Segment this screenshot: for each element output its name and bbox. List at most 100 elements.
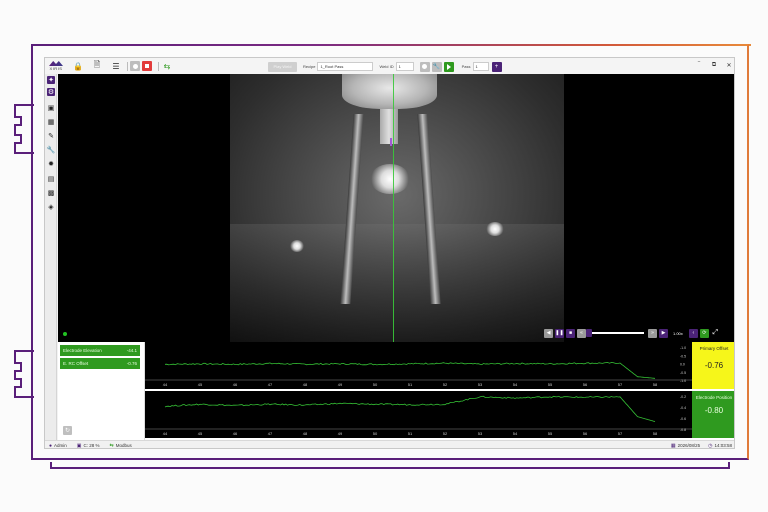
close-button[interactable]: ✕ xyxy=(725,62,733,69)
sidebar-item-image[interactable]: ▤ xyxy=(47,175,55,183)
clock-icon: ◷ xyxy=(708,442,713,449)
playback-slider[interactable] xyxy=(586,329,644,337)
fullscreen-button[interactable]: ⤢ xyxy=(711,329,720,338)
x-tick-label: 48 xyxy=(303,431,308,436)
reset-button[interactable]: ↻ xyxy=(63,426,72,435)
monitor-icon: ▣ xyxy=(47,105,55,112)
restore-button[interactable]: ⧉ xyxy=(710,62,718,69)
parameter-row[interactable]: Electrode Elevation -44.1 xyxy=(60,345,140,356)
document-icon[interactable]: 🗎 xyxy=(92,60,102,71)
disk-icon: ▣ xyxy=(76,442,82,449)
x-tick-label: 52 xyxy=(443,382,448,387)
wrench-icon: 🔧 xyxy=(432,64,441,70)
step-back-button[interactable]: ◀ xyxy=(544,328,553,338)
rewind-icon: « xyxy=(580,330,583,336)
x-tick-label: 44 xyxy=(163,382,168,387)
chevron-left-icon: ‹ xyxy=(692,330,695,336)
sidebar-item-tools[interactable]: 🔧 xyxy=(46,146,56,154)
tools-button[interactable]: 🔧 xyxy=(431,61,442,72)
sidebar-item-layers[interactable]: ◈ xyxy=(47,203,55,211)
decor-bracket-nub xyxy=(14,362,22,372)
protocol-name: Modbus xyxy=(115,443,132,448)
left-sidebar: ✦ ⚙ ▣ ▦ ✎ 🔧 ✹ ▤ ▩ ◈ xyxy=(45,74,57,440)
device-frame-base xyxy=(50,462,730,469)
sidebar-item-measure[interactable]: ✎ xyxy=(47,132,55,140)
status-time: ◷ 14:03:58 xyxy=(708,443,732,449)
pause-icon: ❚❚ xyxy=(555,330,564,336)
image-icon: ▤ xyxy=(47,176,55,183)
x-tick-label: 53 xyxy=(478,431,483,436)
y-tick-label: -0.5 xyxy=(680,371,686,375)
stop-icon xyxy=(145,64,149,68)
electrode-marker xyxy=(390,138,392,146)
swap-arrows-icon[interactable]: ⇆ xyxy=(162,61,172,71)
sidebar-item-display[interactable]: ▣ xyxy=(47,104,55,112)
x-tick-label: 49 xyxy=(338,382,343,387)
camera-icon: ▩ xyxy=(47,190,55,197)
recipe-label: Recipe xyxy=(303,64,316,69)
play-weld-button[interactable]: Play Weld xyxy=(268,61,297,72)
sidebar-item-camera[interactable]: ▩ xyxy=(47,189,55,197)
wrench-icon: 🔧 xyxy=(46,147,56,154)
primary-offset-chart: 44 45 46 47 48 49 50 51 52 53 54 55 56 57 58 -1.0 -0.5 0.… xyxy=(145,346,692,387)
readout-value: -0.76 xyxy=(704,361,724,370)
stop-playback-button[interactable]: ■ xyxy=(566,328,575,338)
decor-bracket-bottom xyxy=(14,350,34,398)
rewind-button[interactable]: « xyxy=(577,328,586,338)
pass-label: Pass xyxy=(461,64,471,69)
logo-text: XIRIS xyxy=(49,66,63,71)
x-tick-label: 49 xyxy=(338,431,343,436)
pass-field[interactable]: 1 xyxy=(472,62,489,71)
list-settings-icon[interactable]: ☰ xyxy=(111,61,121,71)
sidebar-item-storage[interactable]: ▦ xyxy=(47,118,55,126)
x-tick-label: 47 xyxy=(268,382,273,387)
logo-mark-icon xyxy=(49,61,63,66)
sidebar-item-network[interactable]: ✹ xyxy=(47,160,55,168)
camera-view[interactable]: ◀ ❚❚ ■ « » ▶ 1.00x ‹ ⟳ ⤢ xyxy=(58,74,734,342)
electrode-position-readout: Electrode Position -0.80 xyxy=(692,391,734,438)
parameter-row[interactable]: E. RC Offset -0.76 xyxy=(60,358,140,369)
collapse-button[interactable]: ‹ xyxy=(688,328,698,338)
app-window: XIRIS 🔒 🗎 ☰ ⇆ Play Weld Recipe 1_Root Pa… xyxy=(44,57,735,449)
weld-id-label: Weld ID xyxy=(379,64,394,69)
pass-increment-button[interactable]: + xyxy=(491,61,502,72)
recipe-field[interactable]: 1_Root Pass xyxy=(317,62,374,71)
x-tick-label: 52 xyxy=(443,431,448,436)
toolbar-divider xyxy=(127,61,128,71)
primary-offset-plot: 44 45 46 47 48 49 50 51 52 53 54 55 56 57 58 -1.0 -0.5 0.… xyxy=(145,342,692,389)
decor-bracket-nub xyxy=(14,378,22,388)
y-tick-label: -0.5 xyxy=(680,354,686,358)
ruler-icon: ✎ xyxy=(48,133,54,140)
start-button[interactable] xyxy=(443,61,454,72)
record-button[interactable] xyxy=(130,61,140,71)
x-tick-label: 48 xyxy=(303,382,308,387)
cog-network-icon: ✹ xyxy=(48,161,54,168)
x-tick-label: 58 xyxy=(653,382,658,387)
sync-button[interactable]: ⟳ xyxy=(699,328,709,338)
lock-icon[interactable]: 🔒 xyxy=(73,61,83,71)
minimize-button[interactable]: ‾ xyxy=(695,62,703,68)
date-text: 2026/08/25 xyxy=(677,443,701,448)
workpiece-plate xyxy=(230,224,564,342)
stop-icon: ■ xyxy=(568,330,573,336)
forward-button[interactable]: » xyxy=(648,328,657,338)
sidebar-item-settings[interactable]: ⚙ xyxy=(47,88,55,96)
series-line xyxy=(164,362,655,379)
status-user[interactable]: ● Admin xyxy=(49,443,67,449)
x-tick-label: 51 xyxy=(408,382,413,387)
weld-id-field[interactable]: 1 xyxy=(395,62,414,71)
record-icon xyxy=(132,63,138,69)
capture-button[interactable] xyxy=(419,61,430,72)
presentation-stage: XIRIS 🔒 🗎 ☰ ⇆ Play Weld Recipe 1_Root Pa… xyxy=(0,0,768,512)
x-tick-label: 45 xyxy=(198,431,203,436)
reset-icon: ↻ xyxy=(64,428,71,434)
stop-button[interactable] xyxy=(142,61,152,71)
pause-button[interactable]: ❚❚ xyxy=(555,328,564,338)
sidebar-item-pin[interactable]: ✦ xyxy=(47,76,55,84)
parameter-list: Electrode Elevation -44.1 E. RC Offset -… xyxy=(58,342,145,440)
electrode-position-plot: 44 45 46 47 48 49 50 51 52 53 54 55 56 57 58 -0.2 -0.4 -0… xyxy=(145,391,692,438)
slider-thumb[interactable] xyxy=(586,329,592,337)
end-button[interactable]: ▶ xyxy=(659,328,668,338)
user-icon: ● xyxy=(49,442,53,449)
y-tick-label: -0.8 xyxy=(680,428,686,432)
